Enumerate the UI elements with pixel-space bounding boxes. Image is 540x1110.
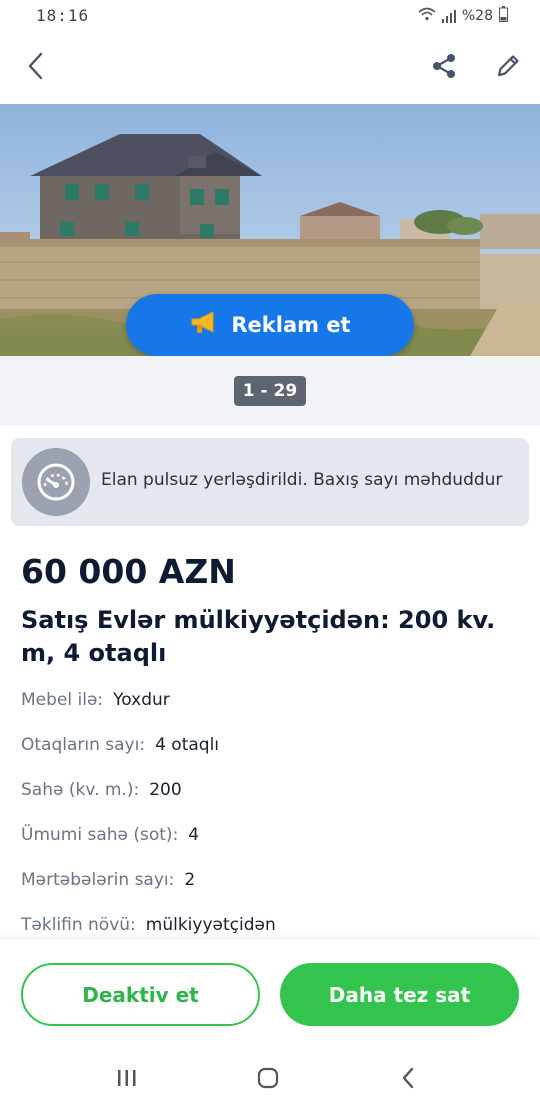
status-time: 18:16	[36, 6, 90, 25]
listing-title: Satış Evlər mülkiyyətçidən: 200 kv. m, 4…	[21, 606, 496, 667]
deactivate-button[interactable]: Deaktiv et	[21, 963, 260, 1026]
detail-label: Ümumi sahə (sot):	[21, 825, 179, 845]
status-indicators: %28	[418, 6, 508, 26]
home-button[interactable]	[246, 1060, 290, 1100]
listing-details: Mebel ilə: Yoxdur Otaqların sayı: 4 otaq…	[21, 690, 521, 960]
notice-text: Elan pulsuz yerləşdirildi. Baxış sayı mə…	[101, 470, 503, 490]
detail-label: Otaqların sayı:	[21, 735, 146, 755]
photo-counter-strip: 1 - 29	[0, 356, 540, 426]
promote-button[interactable]: Reklam et	[126, 294, 414, 356]
megaphone-icon	[189, 309, 219, 342]
edit-button[interactable]	[486, 46, 530, 90]
detail-value: Yoxdur	[113, 690, 170, 710]
detail-value: 4	[188, 825, 200, 845]
detail-label: Mebel ilə:	[21, 690, 104, 710]
listing-price: 60 000 AZN	[21, 552, 236, 591]
detail-row-rooms: Otaqların sayı: 4 otaqlı	[21, 735, 521, 780]
detail-value: 200	[149, 780, 182, 800]
share-button[interactable]	[422, 46, 466, 90]
system-nav-bar	[0, 1042, 540, 1110]
status-bar: 18:16 %28	[0, 0, 540, 32]
recent-apps-icon	[116, 1068, 138, 1092]
top-app-bar	[0, 32, 540, 104]
detail-label: Təklifin növü:	[21, 915, 136, 935]
signal-icon	[441, 9, 456, 23]
battery-level: %28	[461, 8, 493, 24]
chevron-left-icon	[24, 51, 48, 85]
free-listing-notice: Elan pulsuz yerləşdirildi. Baxış sayı mə…	[11, 438, 529, 526]
detail-row-furniture: Mebel ilə: Yoxdur	[21, 690, 521, 735]
back-button[interactable]	[14, 46, 58, 90]
detail-value: 2	[184, 870, 196, 890]
battery-icon	[499, 6, 508, 26]
detail-row-floors: Mərtəbələrin sayı: 2	[21, 870, 521, 915]
sell-faster-button[interactable]: Daha tez sat	[280, 963, 519, 1026]
wifi-icon	[418, 7, 436, 25]
back-arrow-icon	[398, 1066, 418, 1094]
detail-label: Sahə (kv. m.):	[21, 780, 140, 800]
recent-apps-button[interactable]	[105, 1060, 149, 1100]
bottom-action-bar: Deaktiv et Daha tez sat	[0, 940, 540, 1042]
promote-label: Reklam et	[231, 313, 351, 337]
speedometer-icon	[22, 448, 90, 516]
home-icon	[256, 1066, 280, 1094]
detail-value: 4 otaqlı	[155, 735, 220, 755]
detail-row-area: Sahə (kv. m.): 200	[21, 780, 521, 825]
detail-label: Mərtəbələrin sayı:	[21, 870, 175, 890]
photo-counter: 1 - 29	[234, 376, 306, 406]
detail-value: mülkiyyətçidən	[145, 915, 276, 935]
system-back-button[interactable]	[386, 1060, 430, 1100]
pencil-icon	[494, 52, 522, 84]
share-icon	[430, 52, 458, 84]
detail-row-land-area: Ümumi sahə (sot): 4	[21, 825, 521, 870]
